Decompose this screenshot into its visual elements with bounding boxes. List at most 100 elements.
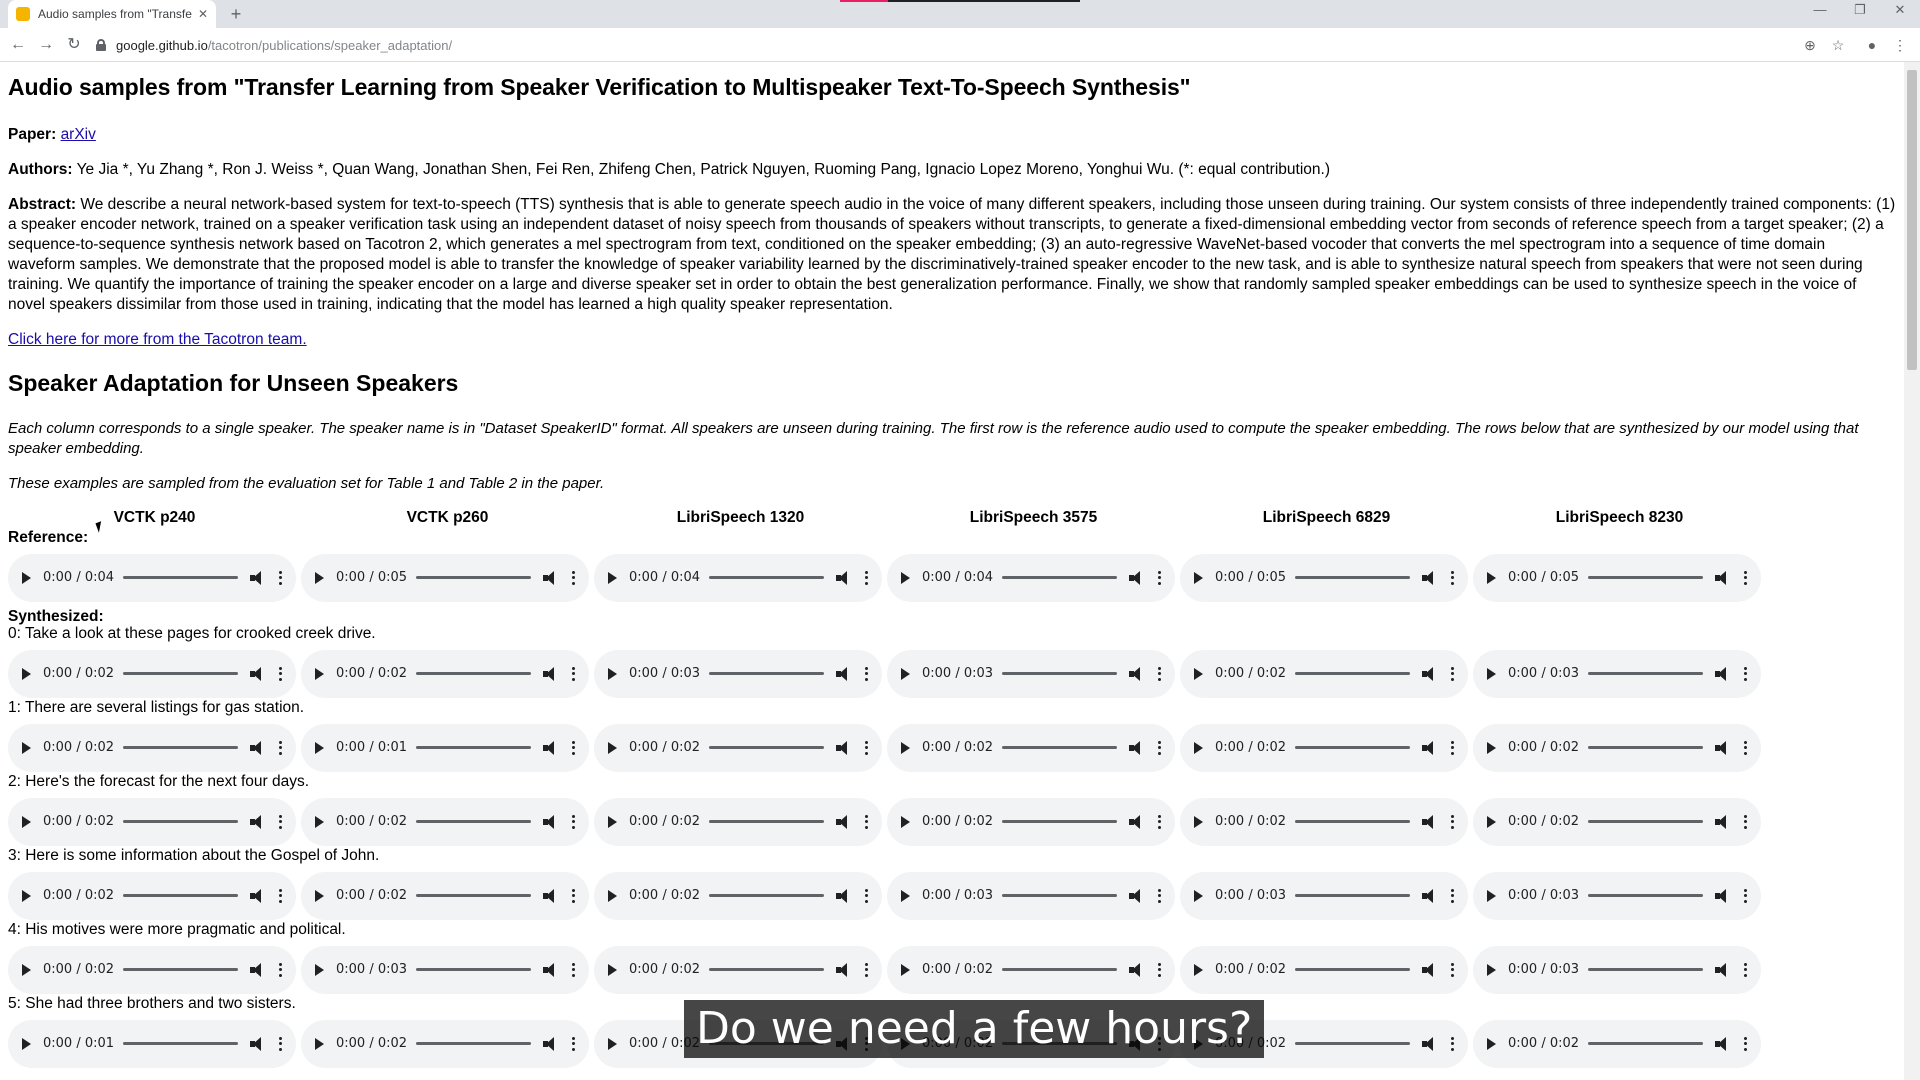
more-options-icon[interactable] — [1450, 570, 1454, 585]
audio-player[interactable]: 0:00 / 0:03 — [887, 871, 1175, 920]
audio-player[interactable]: 0:00 / 0:02 — [1473, 1019, 1761, 1068]
volume-icon[interactable] — [1129, 740, 1145, 755]
play-icon[interactable] — [22, 1037, 31, 1050]
seek-slider[interactable] — [416, 746, 531, 749]
seek-slider[interactable] — [416, 1042, 531, 1045]
audio-player[interactable]: 0:00 / 0:02 — [594, 871, 882, 920]
more-options-icon[interactable] — [278, 666, 282, 681]
seek-slider[interactable] — [709, 968, 824, 971]
volume-icon[interactable] — [1715, 962, 1731, 977]
more-options-icon[interactable] — [278, 1036, 282, 1051]
volume-icon[interactable] — [1422, 570, 1438, 585]
seek-slider[interactable] — [1588, 672, 1703, 675]
volume-icon[interactable] — [836, 962, 852, 977]
more-options-icon[interactable] — [1450, 888, 1454, 903]
more-options-icon[interactable] — [864, 740, 868, 755]
audio-player[interactable]: 0:00 / 0:03 — [301, 945, 589, 994]
more-options-icon[interactable] — [278, 814, 282, 829]
play-icon[interactable] — [608, 963, 617, 976]
volume-icon[interactable] — [1129, 814, 1145, 829]
minimize-button[interactable]: — — [1805, 2, 1835, 17]
audio-player[interactable]: 0:00 / 0:05 — [1180, 553, 1468, 602]
volume-icon[interactable] — [543, 740, 559, 755]
more-options-icon[interactable] — [1743, 666, 1747, 681]
seek-slider[interactable] — [416, 894, 531, 897]
audio-player[interactable]: 0:00 / 0:02 — [301, 871, 589, 920]
audio-player[interactable]: 0:00 / 0:01 — [301, 723, 589, 772]
seek-slider[interactable] — [709, 820, 824, 823]
seek-slider[interactable] — [1002, 672, 1117, 675]
volume-icon[interactable] — [836, 570, 852, 585]
audio-player[interactable]: 0:00 / 0:02 — [887, 945, 1175, 994]
seek-slider[interactable] — [1588, 746, 1703, 749]
play-icon[interactable] — [1487, 889, 1496, 902]
more-options-icon[interactable] — [1743, 740, 1747, 755]
play-icon[interactable] — [608, 571, 617, 584]
scrollbar-thumb[interactable] — [1907, 70, 1917, 370]
play-icon[interactable] — [1194, 571, 1203, 584]
audio-player[interactable]: 0:00 / 0:02 — [8, 723, 296, 772]
audio-player[interactable]: 0:00 / 0:02 — [8, 649, 296, 698]
more-options-icon[interactable] — [1743, 888, 1747, 903]
audio-player[interactable]: 0:00 / 0:02 — [8, 797, 296, 846]
seek-slider[interactable] — [1002, 746, 1117, 749]
audio-player[interactable]: 0:00 / 0:02 — [1180, 797, 1468, 846]
volume-icon[interactable] — [1422, 666, 1438, 681]
volume-icon[interactable] — [543, 1036, 559, 1051]
volume-icon[interactable] — [250, 1036, 266, 1051]
restore-button[interactable]: ❐ — [1845, 2, 1875, 18]
play-icon[interactable] — [1487, 667, 1496, 680]
seek-slider[interactable] — [416, 968, 531, 971]
play-icon[interactable] — [315, 1037, 324, 1050]
play-icon[interactable] — [901, 889, 910, 902]
seek-slider[interactable] — [123, 746, 238, 749]
seek-slider[interactable] — [1002, 820, 1117, 823]
seek-slider[interactable] — [123, 576, 238, 579]
more-options-icon[interactable] — [278, 740, 282, 755]
seek-slider[interactable] — [123, 1042, 238, 1045]
more-options-icon[interactable] — [278, 962, 282, 977]
play-icon[interactable] — [1194, 667, 1203, 680]
seek-slider[interactable] — [1295, 672, 1410, 675]
audio-player[interactable]: 0:00 / 0:02 — [8, 871, 296, 920]
play-icon[interactable] — [901, 667, 910, 680]
account-icon[interactable]: ● — [1862, 35, 1882, 55]
volume-icon[interactable] — [1129, 962, 1145, 977]
volume-icon[interactable] — [250, 740, 266, 755]
audio-player[interactable]: 0:00 / 0:02 — [1473, 723, 1761, 772]
volume-icon[interactable] — [1715, 666, 1731, 681]
play-icon[interactable] — [315, 741, 324, 754]
audio-player[interactable]: 0:00 / 0:02 — [594, 797, 882, 846]
audio-player[interactable]: 0:00 / 0:03 — [594, 649, 882, 698]
audio-player[interactable]: 0:00 / 0:03 — [1473, 945, 1761, 994]
volume-icon[interactable] — [250, 666, 266, 681]
volume-icon[interactable] — [836, 740, 852, 755]
audio-player[interactable]: 0:00 / 0:03 — [1473, 649, 1761, 698]
play-icon[interactable] — [315, 571, 324, 584]
seek-slider[interactable] — [1295, 894, 1410, 897]
seek-slider[interactable] — [123, 672, 238, 675]
more-options-icon[interactable] — [1157, 888, 1161, 903]
seek-slider[interactable] — [123, 968, 238, 971]
volume-icon[interactable] — [1715, 814, 1731, 829]
audio-player[interactable]: 0:00 / 0:04 — [887, 553, 1175, 602]
play-icon[interactable] — [22, 667, 31, 680]
play-icon[interactable] — [1487, 571, 1496, 584]
more-options-icon[interactable] — [864, 666, 868, 681]
more-options-icon[interactable] — [1157, 814, 1161, 829]
more-options-icon[interactable] — [864, 962, 868, 977]
more-options-icon[interactable] — [1450, 814, 1454, 829]
seek-slider[interactable] — [123, 820, 238, 823]
new-tab-button[interactable]: + — [226, 4, 246, 24]
audio-player[interactable]: 0:00 / 0:02 — [1180, 723, 1468, 772]
play-icon[interactable] — [608, 1037, 617, 1050]
play-icon[interactable] — [608, 815, 617, 828]
seek-slider[interactable] — [1588, 894, 1703, 897]
forward-button[interactable]: → — [34, 34, 58, 56]
more-options-icon[interactable] — [571, 740, 575, 755]
audio-player[interactable]: 0:00 / 0:02 — [8, 945, 296, 994]
play-icon[interactable] — [1194, 741, 1203, 754]
audio-player[interactable]: 0:00 / 0:02 — [887, 797, 1175, 846]
play-icon[interactable] — [22, 889, 31, 902]
play-icon[interactable] — [901, 815, 910, 828]
